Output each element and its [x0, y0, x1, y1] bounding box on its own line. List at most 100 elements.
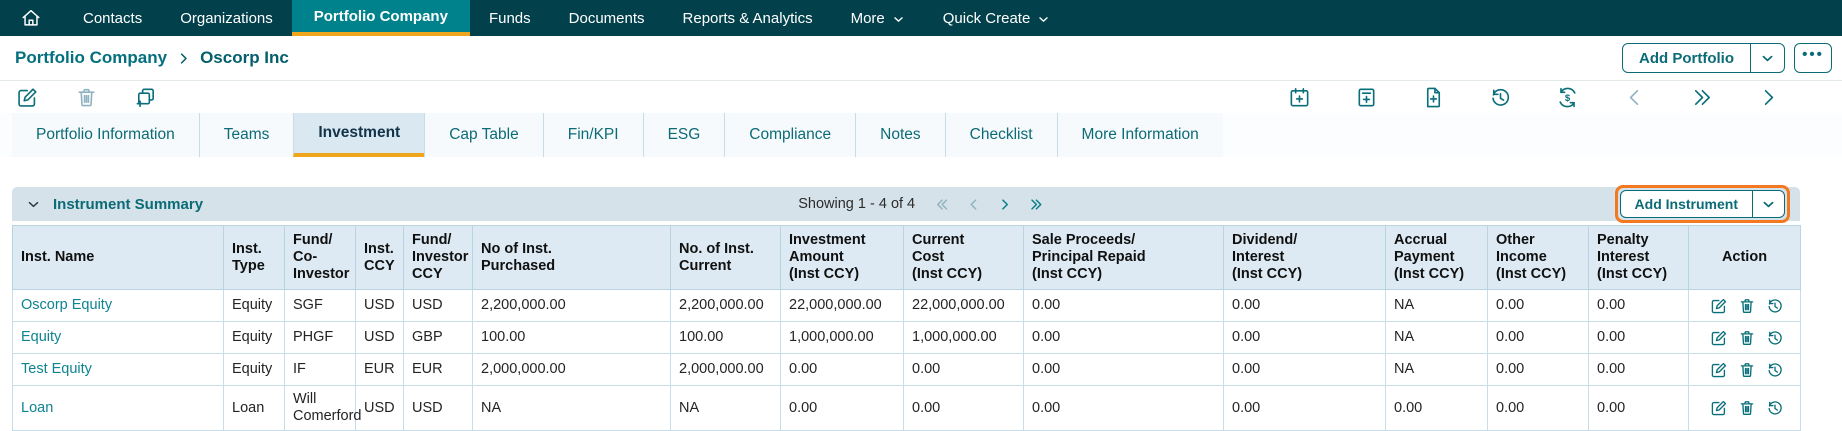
tab-checklist[interactable]: Checklist [945, 113, 1057, 157]
edit-icon[interactable] [1710, 399, 1728, 417]
column-header-sale-proceeds: Sale Proceeds/ Principal Repaid (Inst CC… [1024, 226, 1224, 290]
tab-investment[interactable]: Investment [293, 113, 424, 157]
tab-portfolio-information[interactable]: Portfolio Information [12, 113, 199, 157]
table-cell: 2,000,000.00 [473, 354, 671, 386]
history-icon[interactable] [1766, 399, 1784, 417]
table-cell: EUR [356, 354, 404, 386]
table-cell: 1,000,000.00 [781, 322, 904, 354]
table-cell: 22,000,000.00 [904, 290, 1024, 322]
table-cell: 100.00 [671, 322, 781, 354]
table-cell: Will Comerford [285, 386, 356, 431]
nav-item-label: More [851, 10, 885, 27]
add-file-icon[interactable] [1422, 86, 1445, 109]
investment-tab-content: Instrument Summary Showing 1 - 4 of 4 Ad… [0, 157, 1842, 431]
tab-cap-table[interactable]: Cap Table [424, 113, 543, 157]
column-header-fund: Fund/ Investor CCY [404, 226, 473, 290]
history-icon[interactable] [1766, 329, 1784, 347]
nav-item-portfolio-company[interactable]: Portfolio Company [292, 0, 470, 36]
cell-inst-name: Loan [13, 386, 224, 431]
instrument-name-link[interactable]: Oscorp Equity [21, 297, 112, 313]
nav-item-more[interactable]: More [832, 0, 924, 36]
table-cell: NA [1386, 354, 1488, 386]
table-cell: 2,200,000.00 [473, 290, 671, 322]
add-instrument-dropdown-toggle[interactable] [1752, 191, 1784, 217]
table-cell: NA [1386, 322, 1488, 354]
next-page-icon[interactable] [997, 197, 1012, 212]
table-cell: 0.00 [1224, 354, 1386, 386]
edit-icon[interactable] [1710, 361, 1728, 379]
edit-icon[interactable] [16, 86, 39, 109]
nav-item-label: Documents [569, 10, 645, 27]
nav-item-label: Organizations [180, 10, 273, 27]
table-row: EquityEquityPHGFUSDGBP100.00100.001,000,… [13, 322, 1801, 354]
table-row: Oscorp EquityEquitySGFUSDUSD2,200,000.00… [13, 290, 1801, 322]
chevron-right-icon[interactable] [1757, 86, 1780, 109]
add-note-icon[interactable] [1355, 86, 1378, 109]
nav-item-quick-create[interactable]: Quick Create [924, 0, 1070, 36]
table-cell: 0.00 [1589, 322, 1689, 354]
table-cell: 0.00 [1488, 290, 1589, 322]
nav-item-label: Portfolio Company [314, 8, 448, 25]
edit-icon[interactable] [1710, 329, 1728, 347]
home-nav-item[interactable] [0, 0, 64, 36]
breadcrumb-chevron-icon [176, 51, 191, 66]
chevron-down-icon [1760, 51, 1775, 66]
column-header-dividend: Dividend/ Interest (Inst CCY) [1224, 226, 1386, 290]
delete-icon[interactable] [1738, 297, 1756, 315]
history-icon[interactable] [1766, 361, 1784, 379]
tab-teams[interactable]: Teams [199, 113, 294, 157]
currency-refresh-icon[interactable] [1556, 86, 1579, 109]
add-event-icon[interactable] [1288, 86, 1311, 109]
column-header-penalty: Penalty Interest (Inst CCY) [1589, 226, 1689, 290]
table-cell: 0.00 [1024, 290, 1224, 322]
instrument-name-link[interactable]: Loan [21, 400, 53, 416]
add-portfolio-button[interactable]: Add Portfolio [1623, 44, 1750, 72]
table-cell: SGF [285, 290, 356, 322]
cell-inst-name: Test Equity [13, 354, 224, 386]
more-actions-button[interactable]: ••• [1794, 43, 1832, 73]
action-cell [1689, 290, 1801, 322]
nav-item-label: Quick Create [943, 10, 1031, 27]
pager [935, 197, 1043, 212]
add-portfolio-dropdown-toggle[interactable] [1750, 44, 1784, 72]
tab-compliance[interactable]: Compliance [724, 113, 855, 157]
table-cell: USD [404, 290, 473, 322]
table-cell: EUR [404, 354, 473, 386]
double-chevron-right-icon[interactable] [1690, 86, 1713, 109]
table-cell: 0.00 [1024, 322, 1224, 354]
nav-item-funds[interactable]: Funds [470, 0, 550, 36]
chevron-left-icon [1623, 86, 1646, 109]
toolbar-left-group [16, 86, 157, 109]
column-header-no-of-inst: No. of Inst. Current [671, 226, 781, 290]
tab-fin-kpi[interactable]: Fin/KPI [543, 113, 643, 157]
delete-icon[interactable] [1738, 361, 1756, 379]
last-page-icon[interactable] [1028, 197, 1043, 212]
column-header-inst: Inst. Type [224, 226, 285, 290]
table-cell: Equity [224, 322, 285, 354]
table-cell: 100.00 [473, 322, 671, 354]
tab-esg[interactable]: ESG [643, 113, 725, 157]
table-cell: USD [356, 322, 404, 354]
breadcrumb-parent[interactable]: Portfolio Company [15, 48, 167, 68]
table-cell: 0.00 [1224, 290, 1386, 322]
nav-item-organizations[interactable]: Organizations [161, 0, 292, 36]
instrument-name-link[interactable]: Equity [21, 329, 61, 345]
history-icon[interactable] [1489, 86, 1512, 109]
tab-more-information[interactable]: More Information [1057, 113, 1223, 157]
column-header-current: Current Cost (Inst CCY) [904, 226, 1024, 290]
add-instrument-button[interactable]: Add Instrument [1621, 191, 1752, 217]
copy-add-icon[interactable] [134, 86, 157, 109]
edit-icon[interactable] [1710, 297, 1728, 315]
tab-notes[interactable]: Notes [855, 113, 945, 157]
instrument-name-link[interactable]: Test Equity [21, 361, 92, 377]
nav-item-documents[interactable]: Documents [550, 0, 664, 36]
table-row: Test EquityEquityIFEUREUR2,000,000.002,0… [13, 354, 1801, 386]
collapse-section-toggle[interactable] [26, 197, 41, 212]
breadcrumb: Portfolio Company Oscorp Inc [15, 48, 289, 68]
nav-item-contacts[interactable]: Contacts [64, 0, 161, 36]
nav-item-reports-analytics[interactable]: Reports & Analytics [664, 0, 832, 36]
delete-icon[interactable] [1738, 329, 1756, 347]
table-cell: 0.00 [1589, 386, 1689, 431]
history-icon[interactable] [1766, 297, 1784, 315]
delete-icon[interactable] [1738, 399, 1756, 417]
